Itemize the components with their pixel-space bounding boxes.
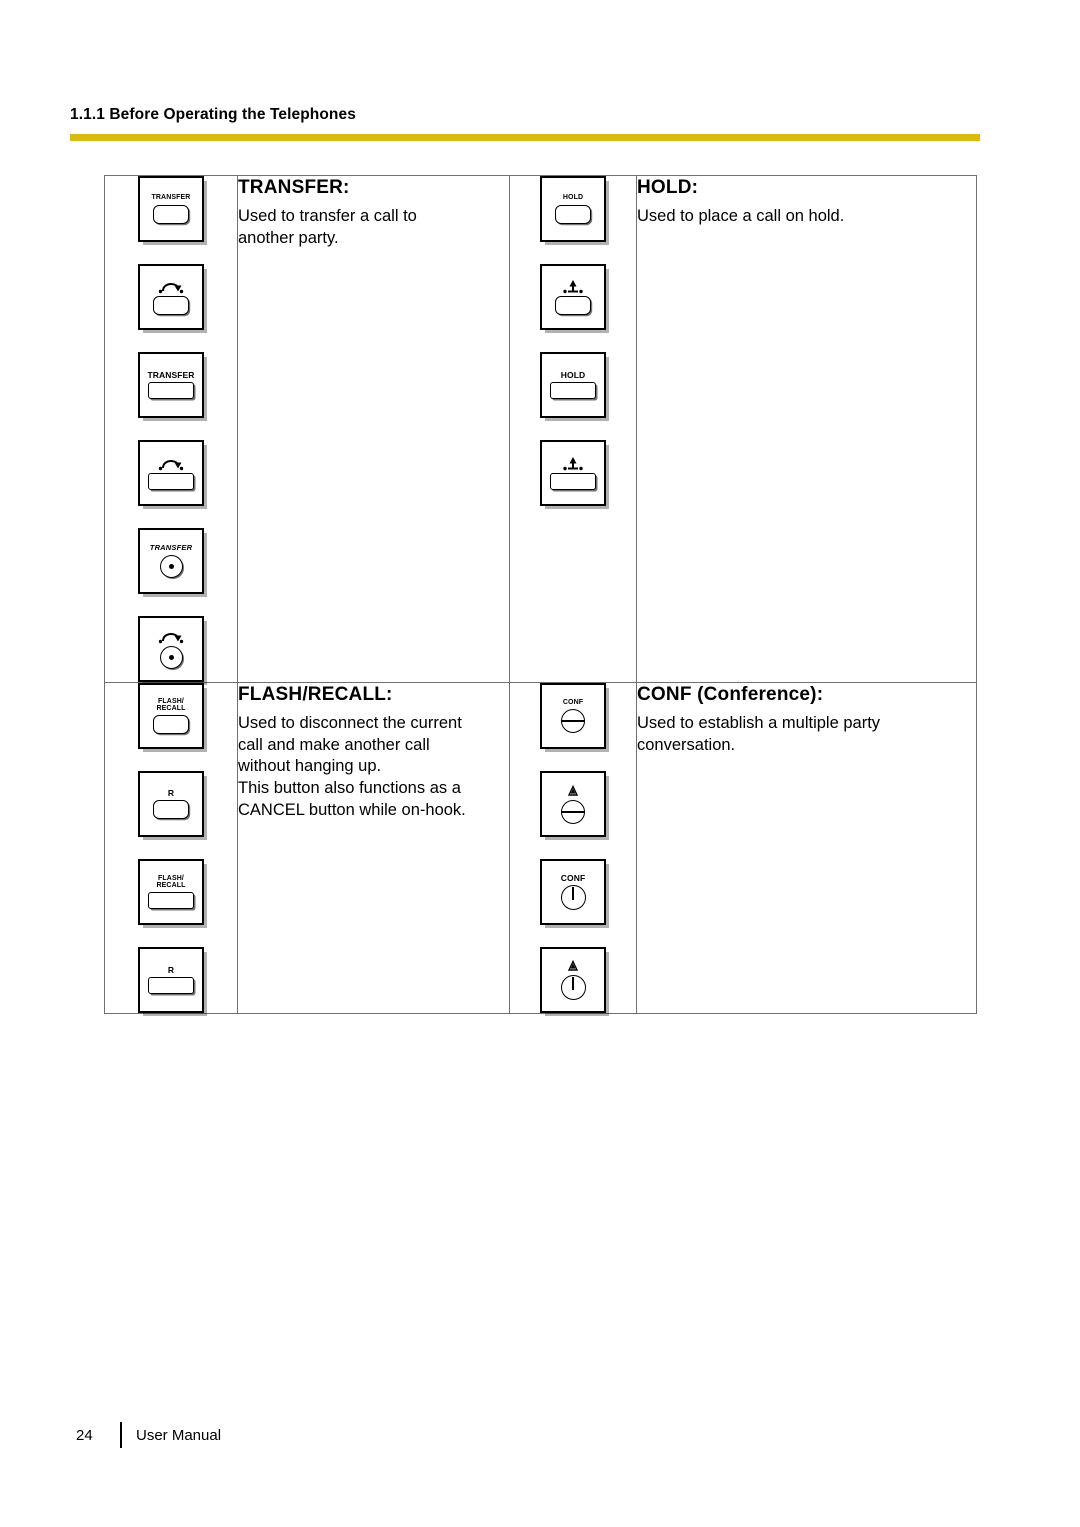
key-label: CONF <box>562 698 584 706</box>
telephone-key-hold-4 <box>540 440 606 506</box>
telephone-key-transfer-3: TRANSFER <box>138 352 204 418</box>
key-stack-flash-recall: FLASH/ RECALL R FLASH/ RECALL R <box>105 683 237 1013</box>
hold-arrow-icon <box>560 279 586 294</box>
key-cap <box>550 473 596 490</box>
key-label: CONF <box>560 872 586 883</box>
key-cap <box>555 204 591 224</box>
icon-cell-hold: HOLD HOLD <box>509 175 637 683</box>
section-body: Used to disconnect the current call and … <box>238 713 509 822</box>
body-line: another party. <box>238 228 339 247</box>
telephone-key-conf-3: CONF <box>540 859 606 925</box>
description-cell-conf: CONF (Conference): Used to establish a m… <box>636 682 977 1014</box>
key-cap <box>561 709 585 734</box>
footer-divider <box>120 1422 122 1448</box>
key-cap <box>148 473 194 490</box>
breadcrumb: 1.1.1 Before Operating the Telephones <box>70 106 356 123</box>
key-cap <box>148 382 194 400</box>
conf-triangle-icon <box>563 784 583 798</box>
header-rule <box>70 134 980 141</box>
telephone-key-hold-3: HOLD <box>540 352 606 418</box>
key-label: R <box>167 787 175 798</box>
key-cap <box>148 977 194 995</box>
key-cap <box>560 975 586 1000</box>
key-label: TRANSFER <box>149 543 193 553</box>
telephone-key-flash-recall-3: FLASH/ RECALL <box>138 859 204 925</box>
transfer-arrow-icon <box>158 456 184 471</box>
page-number: 24 <box>76 1426 93 1444</box>
key-cap <box>555 296 591 315</box>
key-cap <box>159 554 183 578</box>
telephone-key-flash-recall-2: R <box>138 771 204 837</box>
key-label: R <box>167 964 175 975</box>
key-stack-hold: HOLD HOLD <box>510 176 636 506</box>
document-title: User Manual <box>136 1426 222 1444</box>
telephone-key-conf-4 <box>540 947 606 1013</box>
section-title: FLASH/RECALL: <box>238 684 393 705</box>
hold-arrow-icon <box>560 456 586 471</box>
key-stack-conf: CONF CONF <box>510 683 636 1013</box>
table-row: FLASH/ RECALL R FLASH/ RECALL R FLASH/RE… <box>104 682 977 1014</box>
key-cap <box>550 382 596 400</box>
conf-triangle-icon <box>563 960 583 973</box>
description-cell-hold: HOLD: Used to place a call on hold. <box>636 175 977 683</box>
icon-cell-transfer: TRANSFER TRANSFER TRANSFER <box>104 175 238 683</box>
key-label: TRANSFER <box>151 194 191 202</box>
key-cap <box>153 296 189 315</box>
key-cap <box>153 204 189 224</box>
section-title: TRANSFER: <box>238 177 350 198</box>
icon-cell-flash-recall: FLASH/ RECALL R FLASH/ RECALL R <box>104 682 238 1014</box>
transfer-arrow-icon <box>158 279 184 294</box>
key-label: TRANSFER <box>147 369 195 380</box>
telephone-key-flash-recall-4: R <box>138 947 204 1013</box>
key-label: FLASH/ RECALL <box>156 874 186 889</box>
telephone-key-transfer-2 <box>138 264 204 330</box>
key-cap <box>148 892 194 910</box>
key-cap <box>561 799 585 824</box>
section-body: Used to place a call on hold. <box>637 206 976 228</box>
body-line: without hanging up. <box>238 757 382 776</box>
telephone-key-hold-2 <box>540 264 606 330</box>
key-cap <box>153 715 189 735</box>
body-line: Used to establish a multiple party <box>637 713 881 732</box>
telephone-key-flash-recall-1: FLASH/ RECALL <box>138 683 204 749</box>
table-row: TRANSFER TRANSFER TRANSFER TRANSFER: Use… <box>104 175 977 683</box>
body-line: Used to disconnect the current <box>238 713 462 732</box>
telephone-key-conf-1: CONF <box>540 683 606 749</box>
body-line: Used to transfer a call to <box>238 206 417 225</box>
icon-cell-conf: CONF CONF <box>509 682 637 1014</box>
body-line: CANCEL button while on-hook. <box>238 800 466 819</box>
telephone-button-table: TRANSFER TRANSFER TRANSFER TRANSFER: Use… <box>104 175 977 1014</box>
section-body: Used to transfer a call to another party… <box>238 206 509 250</box>
section-title: CONF (Conference): <box>637 684 824 705</box>
transfer-arrow-icon <box>158 629 184 644</box>
body-line: conversation. <box>637 735 736 754</box>
telephone-key-transfer-4 <box>138 440 204 506</box>
body-line: This button also functions as a <box>238 779 461 798</box>
body-line: Used to place a call on hold. <box>637 206 845 225</box>
table-body: TRANSFER TRANSFER TRANSFER TRANSFER: Use… <box>104 175 977 1014</box>
section-body: Used to establish a multiple party conve… <box>637 713 976 757</box>
key-cap <box>153 800 189 820</box>
key-stack-transfer: TRANSFER TRANSFER TRANSFER <box>105 176 237 682</box>
telephone-key-transfer-6 <box>138 616 204 682</box>
key-label: HOLD <box>562 194 584 202</box>
key-label: HOLD <box>560 369 586 380</box>
telephone-key-transfer-5: TRANSFER <box>138 528 204 594</box>
telephone-key-transfer-1: TRANSFER <box>138 176 204 242</box>
section-title: HOLD: <box>637 177 699 198</box>
telephone-key-hold-1: HOLD <box>540 176 606 242</box>
telephone-key-conf-2 <box>540 771 606 837</box>
description-cell-flash-recall: FLASH/RECALL: Used to disconnect the cur… <box>237 682 510 1014</box>
key-cap <box>560 885 586 911</box>
description-cell-transfer: TRANSFER: Used to transfer a call to ano… <box>237 175 510 683</box>
key-label: FLASH/ RECALL <box>156 697 186 712</box>
page-footer: 24 User Manual <box>76 1422 221 1448</box>
key-cap <box>159 646 183 669</box>
page-header: 1.1.1 Before Operating the Telephones <box>70 106 1010 125</box>
body-line: call and make another call <box>238 735 430 754</box>
